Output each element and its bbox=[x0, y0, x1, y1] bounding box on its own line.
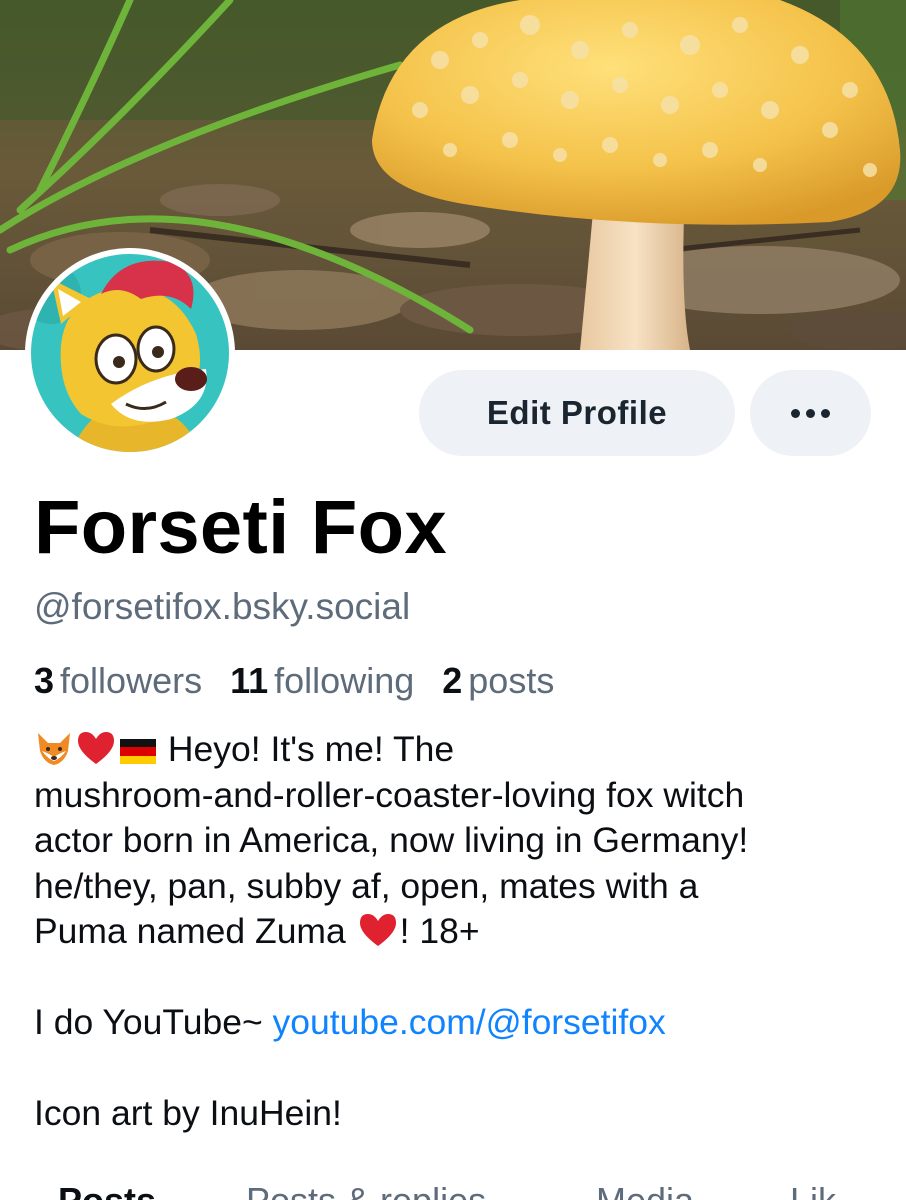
fox-emoji-icon bbox=[38, 733, 70, 765]
tab-posts-and-replies[interactable]: Posts & replies bbox=[246, 1180, 486, 1200]
bio-line-1: Heyo! It's me! The bbox=[34, 727, 884, 773]
edit-profile-button[interactable]: Edit Profile bbox=[419, 370, 735, 456]
tab-media[interactable]: Media bbox=[596, 1180, 694, 1200]
bio-credit-line: Icon art by InuHein! bbox=[34, 1093, 342, 1133]
bio-text-line-5b: ! 18+ bbox=[399, 911, 480, 951]
red-heart-emoji-icon bbox=[359, 914, 396, 946]
more-horizontal-icon bbox=[791, 408, 830, 418]
bio-youtube-line: I do YouTube~ youtube.com/@forsetifox bbox=[34, 1000, 884, 1046]
tab-posts[interactable]: Posts bbox=[58, 1180, 156, 1200]
germany-flag-emoji-icon bbox=[120, 739, 156, 764]
followers-stat[interactable]: 3 followers bbox=[34, 660, 202, 702]
posts-stat: 2 posts bbox=[442, 660, 554, 702]
posts-count: 2 bbox=[442, 660, 463, 701]
profile-avatar[interactable] bbox=[25, 248, 235, 458]
following-count: 11 bbox=[230, 660, 269, 701]
profile-tabs: Posts Posts & replies Media Lik bbox=[0, 1180, 906, 1200]
profile-bio: Heyo! It's me! The mushroom-and-roller-c… bbox=[34, 727, 884, 1137]
profile-stats: 3 followers 11 following 2 posts bbox=[34, 660, 554, 702]
bio-line-3: actor born in America, now living in Ger… bbox=[34, 820, 749, 860]
display-name: Forseti Fox bbox=[34, 485, 447, 570]
bio-spacer bbox=[34, 1046, 884, 1092]
tab-likes[interactable]: Lik bbox=[790, 1180, 836, 1200]
youtube-link[interactable]: youtube.com/@forsetifox bbox=[273, 1002, 666, 1042]
bio-line-4: he/they, pan, subby af, open, mates with… bbox=[34, 865, 699, 906]
bio-spacer bbox=[34, 955, 884, 1001]
followers-label: followers bbox=[60, 660, 203, 701]
bio-line-2: mushroom-and-roller-coaster-loving fox w… bbox=[34, 774, 745, 815]
profile-handle: @forsetifox.bsky.social bbox=[34, 586, 411, 627]
bio-text-line-5a: Puma named Zuma bbox=[34, 911, 356, 951]
posts-label: posts bbox=[468, 660, 555, 701]
bio-line-5: Puma named Zuma ! 18+ bbox=[34, 909, 884, 955]
bio-youtube-prefix: I do YouTube~ bbox=[34, 1002, 273, 1042]
following-stat[interactable]: 11 following bbox=[230, 660, 414, 702]
following-label: following bbox=[274, 660, 415, 701]
more-options-button[interactable] bbox=[750, 370, 871, 456]
avatar-fox-image bbox=[31, 254, 229, 452]
bio-text-line-1: Heyo! It's me! The bbox=[158, 729, 455, 769]
red-heart-emoji-icon bbox=[78, 732, 114, 764]
followers-count: 3 bbox=[34, 660, 55, 701]
